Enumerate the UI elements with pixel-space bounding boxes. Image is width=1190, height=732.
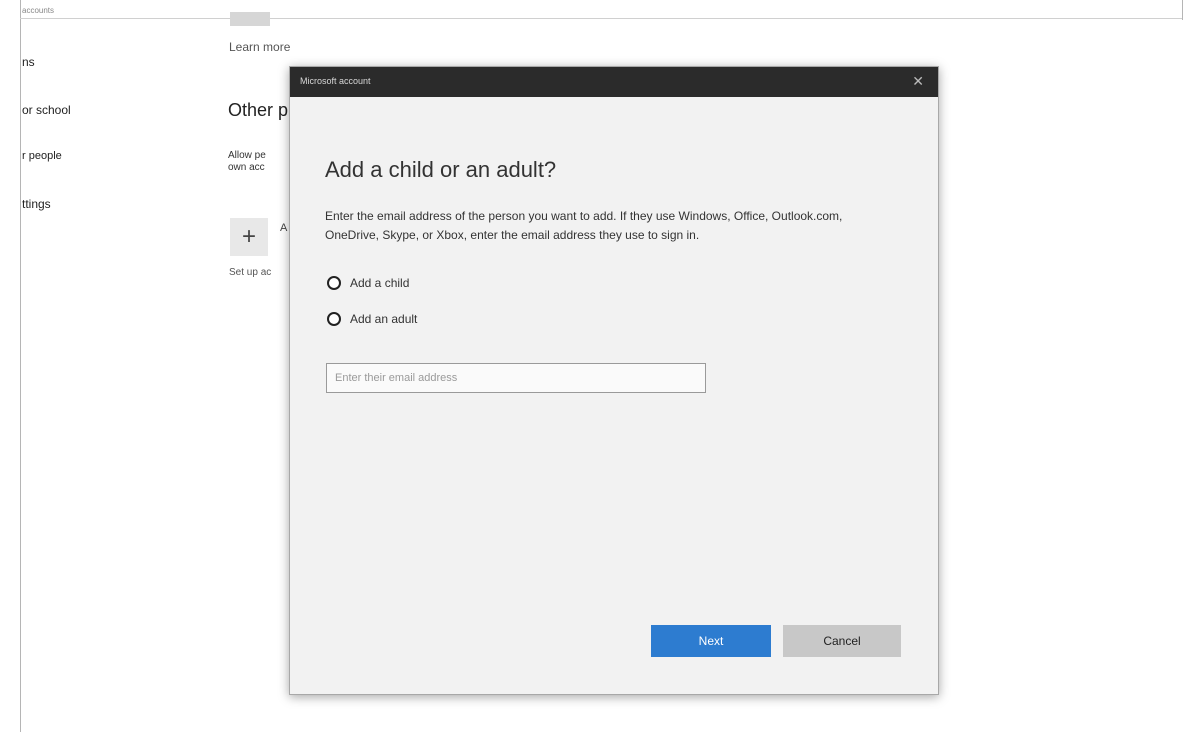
other-people-heading: Other p	[228, 100, 289, 120]
radio-label[interactable]: Add a child	[350, 276, 409, 290]
setup-text: Set up ac	[229, 267, 272, 278]
window-left-border	[20, 0, 21, 732]
sidebar-item-work-school[interactable]: or school	[22, 103, 71, 117]
partial-button[interactable]	[230, 12, 270, 26]
dialog-description: Enter the email address of the person yo…	[325, 209, 843, 242]
add-person-label: A	[280, 222, 288, 234]
plus-icon: +	[241, 223, 256, 250]
dialog-title: Microsoft account	[300, 76, 371, 86]
next-button[interactable]: Next	[651, 625, 771, 657]
sidebar-item-accounts[interactable]: ns	[22, 55, 35, 69]
sidebar-item-sync-settings[interactable]: ttings	[22, 197, 51, 211]
radio-circle-icon[interactable]	[327, 276, 341, 290]
radio-add-child[interactable]: Add a child	[327, 276, 409, 290]
email-input[interactable]	[326, 363, 706, 393]
dialog-titlebar: Microsoft account ✕	[290, 67, 938, 97]
microsoft-account-dialog: Microsoft account ✕ Add a child or an ad…	[289, 66, 939, 695]
close-icon[interactable]: ✕	[912, 73, 924, 90]
cancel-button[interactable]: Cancel	[783, 625, 901, 657]
window-right-border	[1182, 0, 1183, 20]
add-person-button[interactable]: +	[230, 218, 268, 256]
sidebar-item-family-other-people[interactable]: r people	[22, 150, 62, 162]
radio-add-adult[interactable]: Add an adult	[327, 312, 417, 326]
sidebar-item-partial[interactable]: accounts	[22, 6, 54, 15]
learn-more-link[interactable]: Learn more	[229, 40, 290, 54]
radio-label[interactable]: Add an adult	[350, 312, 417, 326]
radio-circle-icon[interactable]	[327, 312, 341, 326]
window-top-border	[20, 18, 1182, 19]
dialog-heading: Add a child or an adult?	[325, 157, 557, 182]
